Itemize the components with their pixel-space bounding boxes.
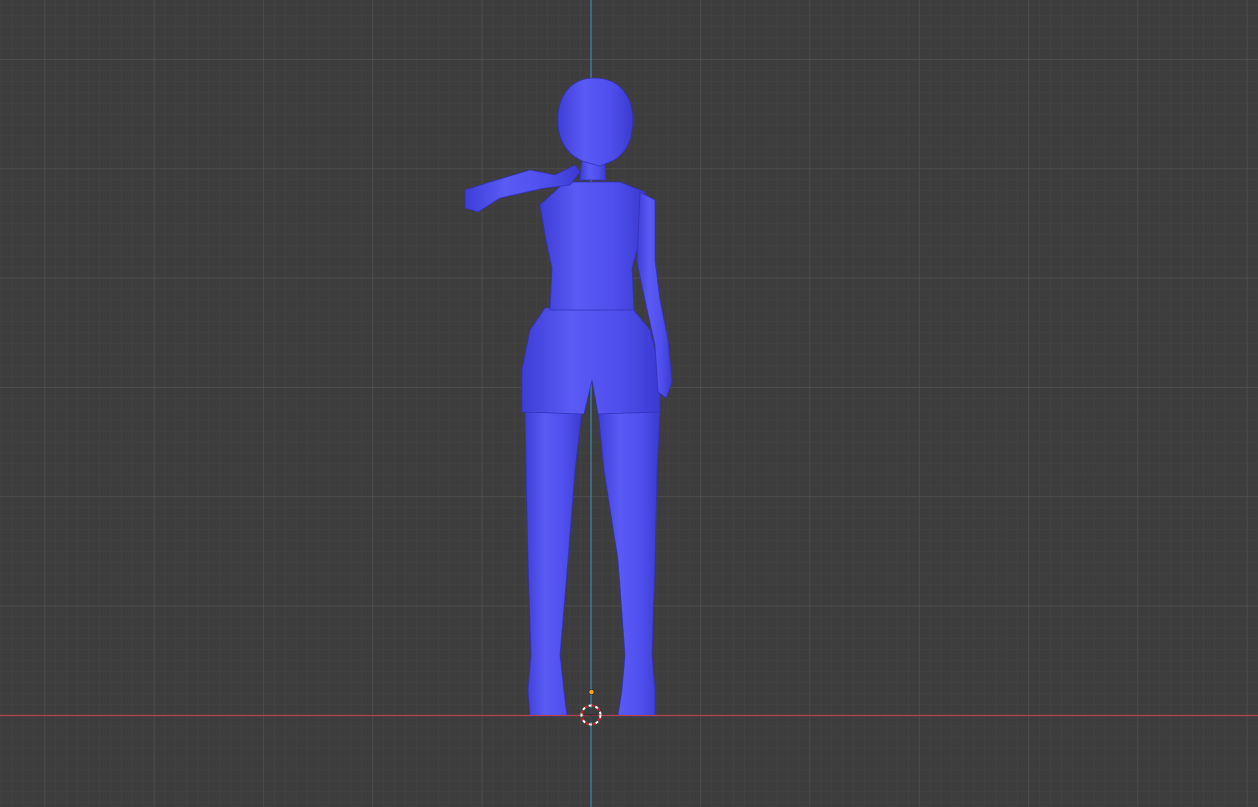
3d-cursor-icon[interactable] (580, 704, 602, 726)
object-origin-icon (588, 689, 595, 695)
3d-viewport[interactable] (0, 0, 1258, 807)
torso (539, 181, 646, 311)
